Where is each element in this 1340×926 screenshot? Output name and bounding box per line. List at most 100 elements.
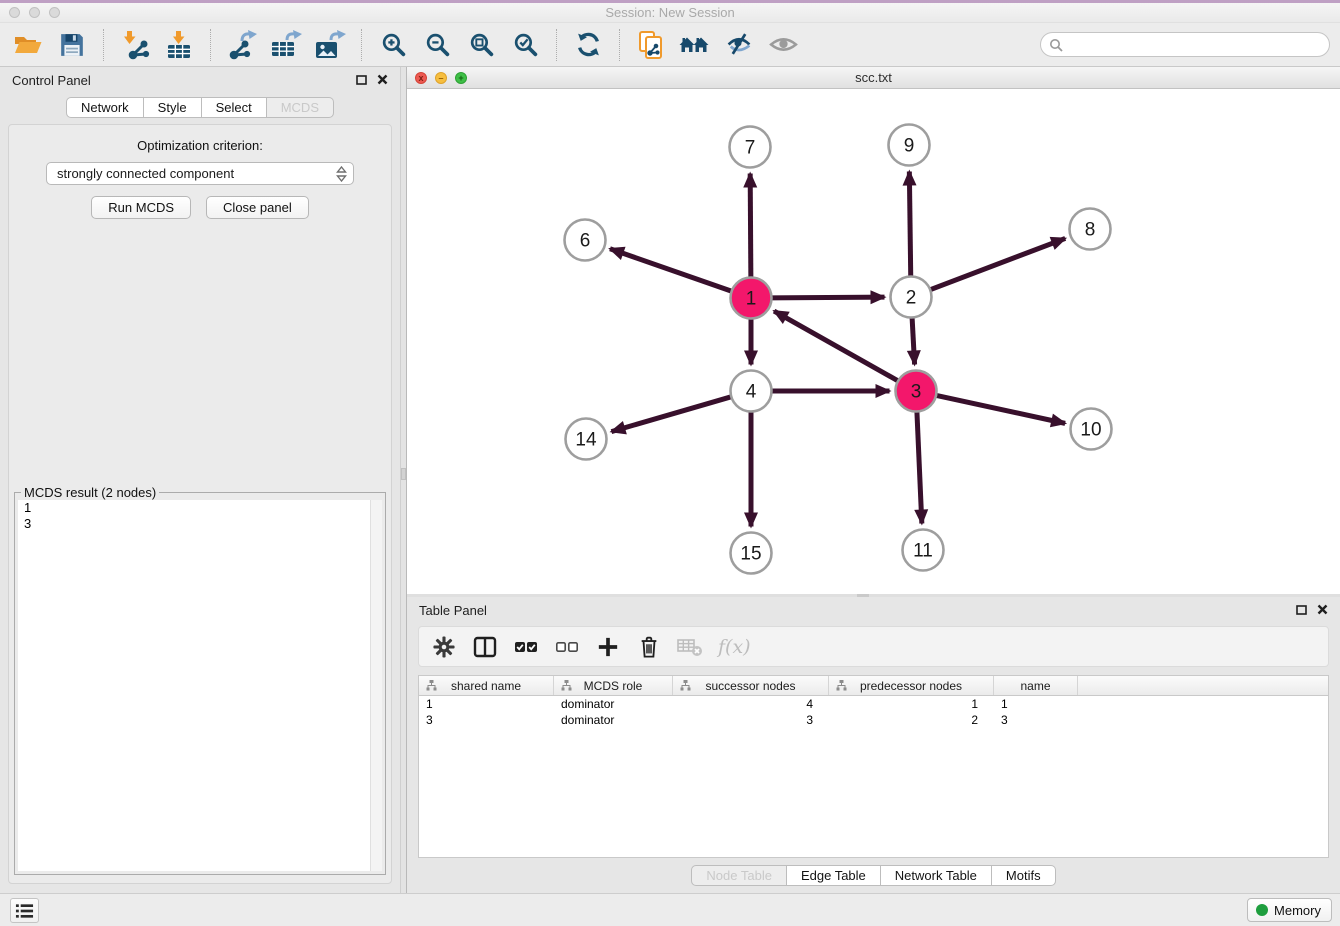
add-column-button[interactable] [595, 634, 621, 660]
graph-edge-1-2[interactable] [769, 297, 884, 298]
column-type-icon [680, 680, 691, 691]
window-title: Session: New Session [0, 3, 1340, 23]
hide-selected-button[interactable] [722, 28, 756, 62]
table-row[interactable]: 1dominator411 [419, 696, 1328, 712]
split-table-button[interactable] [472, 634, 498, 660]
apply-layout-button[interactable] [571, 28, 605, 62]
memory-label: Memory [1274, 903, 1321, 918]
search-input[interactable] [1063, 33, 1329, 56]
graph-edge-4-14[interactable] [611, 396, 733, 431]
import-network-button[interactable] [118, 28, 152, 62]
close-panel-button[interactable]: Close panel [206, 196, 309, 219]
column-header-predecessor-nodes[interactable]: predecessor nodes [829, 676, 994, 695]
tab-node-table[interactable]: Node Table [691, 865, 787, 886]
split-view-icon [473, 636, 497, 658]
save-icon [59, 32, 85, 58]
table-row[interactable]: 3dominator323 [419, 712, 1328, 728]
export-table-icon [270, 30, 302, 60]
column-header-label: shared name [451, 679, 521, 693]
column-header-shared-name[interactable]: shared name [419, 676, 554, 695]
select-all-button[interactable] [513, 634, 539, 660]
save-session-button[interactable] [55, 28, 89, 62]
graph-edge-1-7[interactable] [750, 173, 751, 279]
zoom-in-button[interactable] [376, 28, 410, 62]
column-header-name[interactable]: name [994, 676, 1078, 695]
zoom-fit-button[interactable] [464, 28, 498, 62]
open-session-button[interactable] [11, 28, 45, 62]
zoom-out-button[interactable] [420, 28, 454, 62]
toolbar-separator [103, 29, 104, 61]
tab-network[interactable]: Network [66, 97, 144, 118]
memory-button[interactable]: Memory [1247, 898, 1332, 922]
tab-motifs[interactable]: Motifs [992, 865, 1056, 886]
task-history-button[interactable] [10, 898, 39, 923]
result-scrollbar[interactable] [370, 500, 382, 871]
eye-icon [769, 31, 798, 58]
show-all-button[interactable] [766, 28, 800, 62]
zoom-window-button[interactable] [49, 7, 60, 18]
unselect-all-icon [555, 638, 579, 656]
table-cell[interactable]: 2 [829, 712, 994, 728]
graph-edge-3-11[interactable] [917, 409, 922, 523]
close-view-button[interactable]: x [415, 72, 427, 84]
graph-edge-2-3[interactable] [912, 315, 915, 364]
close-window-button[interactable] [9, 7, 20, 18]
network-view-window: x – + scc.txt 7968124314101511 [407, 67, 1340, 594]
optimization-criterion-select[interactable]: strongly connected component [46, 162, 354, 185]
graph-node-label: 8 [1085, 220, 1096, 241]
table-cell[interactable]: dominator [554, 696, 673, 712]
column-header-successor-nodes[interactable]: successor nodes [673, 676, 829, 695]
float-panel-icon[interactable] [1296, 605, 1307, 615]
vertical-splitter[interactable] [400, 67, 407, 893]
import-table-button[interactable] [162, 28, 196, 62]
tab-edge-table[interactable]: Edge Table [787, 865, 881, 886]
mcds-result-item[interactable]: 1 [18, 500, 382, 516]
table-cell[interactable]: 4 [673, 696, 829, 712]
maximize-view-button[interactable]: + [455, 72, 467, 84]
table-settings-button[interactable] [431, 634, 457, 660]
control-panel: Control Panel Network Style Select MCDS … [0, 67, 400, 893]
float-panel-icon[interactable] [356, 75, 367, 85]
graph-edge-1-6[interactable] [610, 249, 734, 292]
close-panel-icon[interactable] [1317, 604, 1328, 615]
splitter-grip[interactable] [401, 468, 406, 480]
export-image-button[interactable] [313, 28, 347, 62]
table-panel: Table Panel [407, 597, 1340, 893]
run-mcds-button[interactable]: Run MCDS [91, 196, 191, 219]
tab-style[interactable]: Style [144, 97, 202, 118]
zoom-selected-icon [512, 31, 539, 58]
export-table-button[interactable] [269, 28, 303, 62]
graph-node-label: 11 [913, 541, 933, 562]
graph-edge-3-1[interactable] [774, 311, 900, 382]
table-cell[interactable]: 1 [829, 696, 994, 712]
tab-network-table[interactable]: Network Table [881, 865, 992, 886]
home-button[interactable] [678, 28, 712, 62]
criterion-value: strongly connected component [57, 166, 234, 181]
clone-network-button[interactable] [634, 28, 668, 62]
column-header-MCDS-role[interactable]: MCDS role [554, 676, 673, 695]
table-cell[interactable]: 3 [419, 712, 554, 728]
tab-mcds[interactable]: MCDS [267, 97, 334, 118]
table-cell[interactable]: dominator [554, 712, 673, 728]
table-cell[interactable]: 1 [419, 696, 554, 712]
zoom-selected-button[interactable] [508, 28, 542, 62]
minimize-view-button[interactable]: – [435, 72, 447, 84]
mcds-result-item[interactable]: 3 [18, 516, 382, 532]
graph-node-label: 4 [746, 382, 757, 403]
network-canvas[interactable]: 7968124314101511 [407, 89, 1340, 594]
table-body: 1dominator4113dominator323 [419, 696, 1328, 728]
tab-select[interactable]: Select [202, 97, 267, 118]
unselect-all-button[interactable] [554, 634, 580, 660]
close-panel-icon[interactable] [377, 74, 388, 85]
graph-edge-2-8[interactable] [928, 238, 1065, 290]
graph-edge-2-9[interactable] [909, 171, 910, 278]
export-network-button[interactable] [225, 28, 259, 62]
delete-column-button[interactable] [636, 634, 662, 660]
mcds-result-list: 13 [18, 500, 382, 871]
table-cell[interactable]: 1 [994, 696, 1078, 712]
plus-icon [597, 636, 619, 658]
table-cell[interactable]: 3 [994, 712, 1078, 728]
minimize-window-button[interactable] [29, 7, 40, 18]
graph-edge-3-10[interactable] [934, 395, 1065, 423]
table-cell[interactable]: 3 [673, 712, 829, 728]
